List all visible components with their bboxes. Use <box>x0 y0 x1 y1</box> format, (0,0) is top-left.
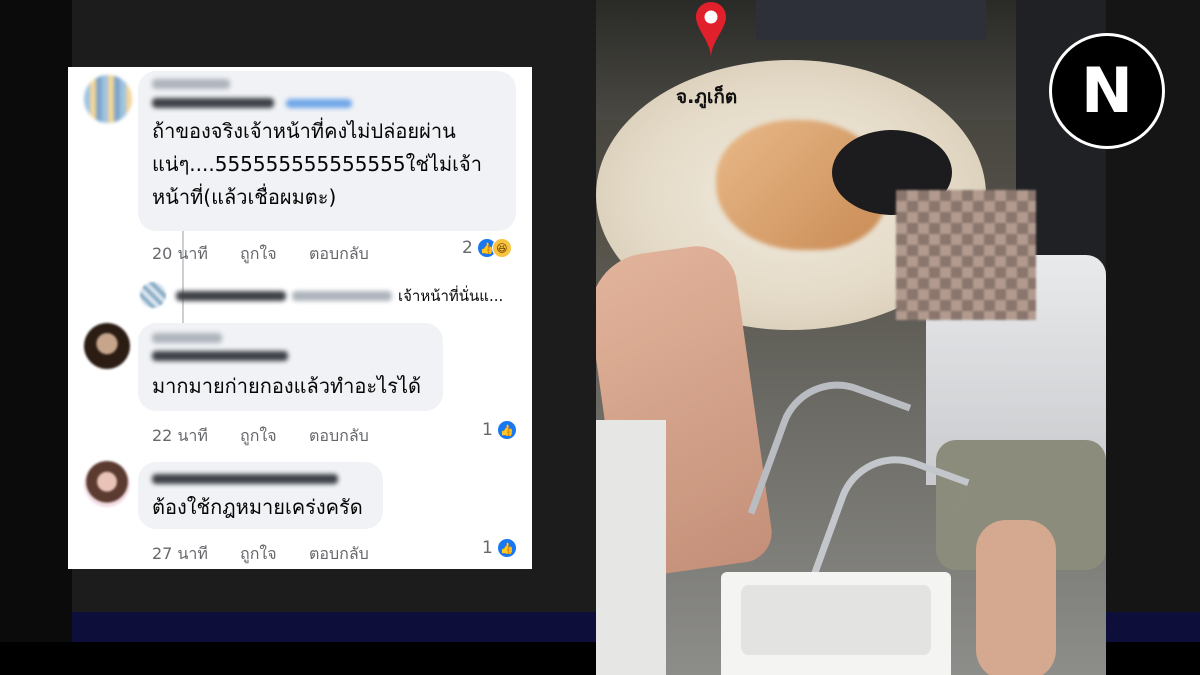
like-icon: 👍 <box>496 538 517 558</box>
comment-text-line: หน้าที่(แล้วเชื่อผมตะ) <box>152 185 337 209</box>
avatar[interactable] <box>84 323 130 369</box>
haha-icon: 😆 <box>491 238 512 258</box>
comment-bubble: มากมายก่ายกองแล้วทำอะไรได้ <box>138 323 443 411</box>
like-button[interactable]: ถูกใจ <box>240 542 277 567</box>
video-counter <box>596 420 666 675</box>
reply-button[interactable]: ตอบกลับ <box>309 424 369 449</box>
blurred-author-name[interactable] <box>152 98 274 108</box>
blurred-reply-author[interactable] <box>176 291 286 301</box>
map-pin-icon <box>696 2 726 58</box>
blurred-author-tag <box>286 99 352 108</box>
comment-bubble: ถ้าของจริงเจ้าหน้าที่คงไม่ปล่อยผ่าน แน่ๆ… <box>138 71 516 231</box>
blurred-author-name[interactable] <box>152 351 288 361</box>
avatar[interactable] <box>84 75 132 123</box>
reply-avatar[interactable] <box>140 282 166 308</box>
left-background-band <box>0 0 72 675</box>
like-button[interactable]: ถูกใจ <box>240 424 277 449</box>
blurred-author-name[interactable] <box>152 474 338 484</box>
comment-text-line: ถ้าของจริงเจ้าหน้าที่คงไม่ปล่อยผ่าน <box>152 119 456 143</box>
reply-button[interactable]: ตอบกลับ <box>309 242 369 267</box>
video-pixelated-face <box>896 190 1036 320</box>
like-button[interactable]: ถูกใจ <box>240 242 277 267</box>
blurred-reply-tag <box>292 291 392 301</box>
reply-preview-text[interactable]: เจ้าหน้าที่นั่นแ... <box>398 284 503 308</box>
reaction-summary[interactable]: 2 👍 😆 <box>462 238 512 258</box>
blurred-badge <box>152 79 230 89</box>
reaction-summary[interactable]: 1 👍 <box>482 420 517 440</box>
blurred-badge <box>152 333 222 343</box>
comment-text-line: มากมายก่ายกองแล้วทำอะไรได้ <box>152 374 421 398</box>
location-label: จ.ภูเก็ต <box>676 86 738 108</box>
logo-letter: N <box>1081 54 1133 127</box>
like-icon: 👍 <box>496 420 517 440</box>
video-signboard <box>756 0 986 40</box>
reply-button[interactable]: ตอบกลับ <box>309 542 369 567</box>
video-person-man-leg <box>976 520 1056 675</box>
video-basin-bowl <box>741 585 931 655</box>
reaction-count: 1 <box>482 538 493 558</box>
channel-logo: N <box>1049 33 1165 149</box>
reaction-count: 2 <box>462 238 473 258</box>
video-frame[interactable]: จ.ภูเก็ต <box>596 0 1106 675</box>
reaction-count: 1 <box>482 420 493 440</box>
comment-text-line: ต้องใช้กฎหมายเคร่งครัด <box>152 495 363 519</box>
comment-timestamp[interactable]: 22 นาที <box>152 424 208 449</box>
comments-panel: ถ้าของจริงเจ้าหน้าที่คงไม่ปล่อยผ่าน แน่ๆ… <box>68 67 532 569</box>
comment-bubble: ต้องใช้กฎหมายเคร่งครัด <box>138 462 383 529</box>
reaction-summary[interactable]: 1 👍 <box>482 538 517 558</box>
avatar[interactable] <box>84 461 130 507</box>
comment-timestamp[interactable]: 20 นาที <box>152 242 208 267</box>
comment-text-line: แน่ๆ....555555555555555ใช่ไม่เจ้า <box>152 152 482 176</box>
comment-timestamp[interactable]: 27 นาที <box>152 542 208 567</box>
